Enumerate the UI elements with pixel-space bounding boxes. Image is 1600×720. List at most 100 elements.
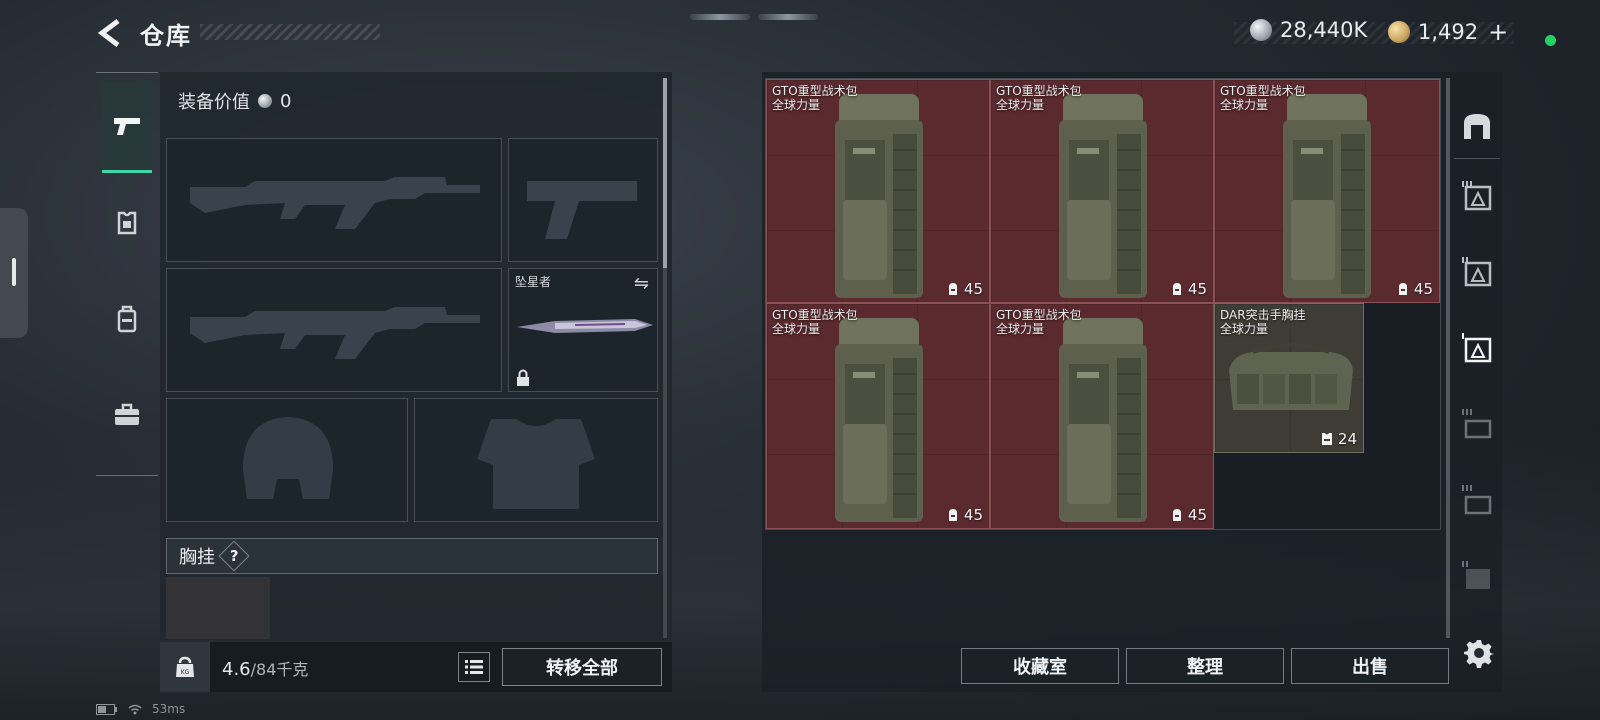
vest-capacity-icon: [1321, 433, 1332, 445]
back-button[interactable]: [96, 18, 124, 48]
equipment-scrollbar[interactable]: [663, 78, 667, 638]
backpack-icon: [117, 305, 137, 333]
melee-slot[interactable]: 坠星者 ⇋: [508, 268, 658, 392]
storage-page-tab[interactable]: [1454, 394, 1500, 454]
rail-item-weapons[interactable]: [102, 81, 152, 173]
rail-item-armor[interactable]: [102, 177, 152, 269]
storage-page-tab[interactable]: [1454, 242, 1500, 302]
item-name: GTO重型战术包 全球力量: [772, 84, 858, 112]
storage-item-backpack[interactable]: GTO重型战术包 全球力量 45: [766, 303, 990, 529]
storage-page-tab[interactable]: [1454, 546, 1500, 606]
list-view-button[interactable]: [458, 652, 490, 682]
item-capacity: 45: [946, 506, 983, 524]
backpack-capacity-icon: [948, 283, 957, 295]
ceiling-light: [690, 14, 750, 20]
storage-scrollbar[interactable]: [1446, 78, 1450, 638]
backpack-art-icon: [1059, 318, 1147, 522]
backpack-capacity-icon: [948, 509, 957, 521]
gold-currency[interactable]: 1,492 +: [1388, 18, 1508, 46]
settings-button[interactable]: [1464, 638, 1494, 668]
help-label: ?: [229, 546, 239, 565]
weight-capacity: /84千克: [250, 660, 309, 679]
storage-item-backpack[interactable]: GTO重型战术包 全球力量 45: [990, 303, 1214, 529]
vest-section-header: 胸挂 ?: [166, 538, 658, 574]
item-capacity: 45: [1396, 280, 1433, 298]
body-armor-slot[interactable]: [414, 398, 658, 522]
pistol-slot[interactable]: [508, 138, 658, 262]
storage-page-3-icon: [1462, 181, 1492, 211]
item-name: GTO重型战术包 全球力量: [1220, 84, 1306, 112]
item-name: GTO重型战术包 全球力量: [996, 308, 1082, 336]
rail-item-backpack[interactable]: [102, 273, 152, 365]
secondary-weapon-slot[interactable]: [166, 268, 502, 392]
silver-currency: 28,440K: [1250, 18, 1367, 42]
kettlebell-icon: KG: [176, 656, 194, 677]
primary-weapon-slot[interactable]: [166, 138, 502, 262]
title-decoration: [200, 24, 380, 40]
rail-item-toolbox[interactable]: [102, 369, 152, 461]
online-status-indicator: [1545, 35, 1556, 46]
backpack-art-icon: [1283, 94, 1371, 298]
add-currency-button[interactable]: +: [1488, 18, 1508, 46]
collection-room-button[interactable]: 收藏室: [961, 648, 1119, 684]
item-capacity-value: 45: [963, 280, 983, 298]
backpack-art-icon: [835, 318, 923, 522]
organize-button[interactable]: 整理: [1126, 648, 1284, 684]
backpack-capacity-icon: [1172, 283, 1181, 295]
item-capacity-value: 24: [1337, 430, 1357, 448]
item-capacity: 45: [1170, 506, 1207, 524]
storage-home-icon: [1464, 114, 1490, 139]
pistol-icon: [114, 117, 140, 135]
item-capacity: 45: [1170, 280, 1207, 298]
back-arrow-icon: [97, 19, 120, 47]
armor-icon: [117, 211, 137, 235]
item-capacity-value: 45: [1413, 280, 1433, 298]
weight-current: 4.6: [222, 659, 251, 680]
lock-icon: [517, 369, 529, 386]
item-capacity-value: 45: [1187, 506, 1207, 524]
item-name: GTO重型战术包 全球力量: [996, 84, 1082, 112]
storage-item-backpack[interactable]: GTO重型战术包 全球力量 45: [990, 79, 1214, 303]
silver-coin-icon: [1250, 19, 1272, 41]
knife-icon: [517, 319, 653, 333]
side-drawer-handle[interactable]: [0, 208, 28, 338]
carry-weight-bar: KG 4.6/84千克 转移全部: [160, 642, 672, 692]
storage-page-tab[interactable]: [1454, 470, 1500, 530]
storage-home-tab[interactable]: [1454, 96, 1500, 156]
pistol-silhouette-icon: [527, 181, 637, 239]
helmet-silhouette-icon: [243, 417, 333, 499]
ceiling-light: [758, 14, 818, 20]
equipment-value-label: 装备价值: [178, 92, 250, 113]
gear-icon: [1464, 640, 1494, 668]
storage-page-tab[interactable]: [1454, 166, 1500, 226]
vest-slot[interactable]: [166, 577, 270, 639]
help-icon[interactable]: ?: [218, 540, 250, 572]
backpack-capacity-icon: [1398, 283, 1407, 295]
storage-page-6-icon: [1462, 561, 1490, 589]
storage-page-5-icon: [1462, 485, 1492, 515]
scrollbar-thumb[interactable]: [663, 78, 667, 268]
transfer-all-button[interactable]: 转移全部: [502, 648, 662, 686]
helmet-slot[interactable]: [166, 398, 408, 522]
chest-rig-art-icon: [1229, 343, 1353, 410]
backpack-art-icon: [1059, 94, 1147, 298]
melee-item-name: 坠星者: [515, 275, 552, 289]
equipment-value: 装备价值 0: [178, 88, 291, 114]
system-status: 53ms: [96, 702, 185, 716]
storage-item-backpack[interactable]: GTO重型战术包 全球力量 45: [766, 79, 990, 303]
weight-icon: KG: [160, 642, 210, 692]
storage-item-backpack[interactable]: GTO重型战术包 全球力量 45: [1214, 79, 1440, 303]
list-icon: [465, 660, 483, 674]
vest-section-label: 胸挂: [179, 547, 215, 568]
storage-page-4-icon: [1462, 409, 1492, 439]
body-armor-silhouette-icon: [477, 419, 595, 509]
storage-page-tab-active[interactable]: [1454, 318, 1500, 378]
category-rail: [96, 72, 158, 476]
swap-icon[interactable]: ⇋: [634, 273, 649, 294]
sell-button[interactable]: 出售: [1291, 648, 1449, 684]
battery-icon: [96, 703, 117, 715]
storage-page-2-icon: [1462, 257, 1492, 287]
ping-value: 53ms: [152, 702, 186, 716]
tab-separator: [1454, 158, 1500, 159]
storage-item-chest-rig[interactable]: DAR突击手胸挂 全球力量 24: [1214, 303, 1364, 453]
